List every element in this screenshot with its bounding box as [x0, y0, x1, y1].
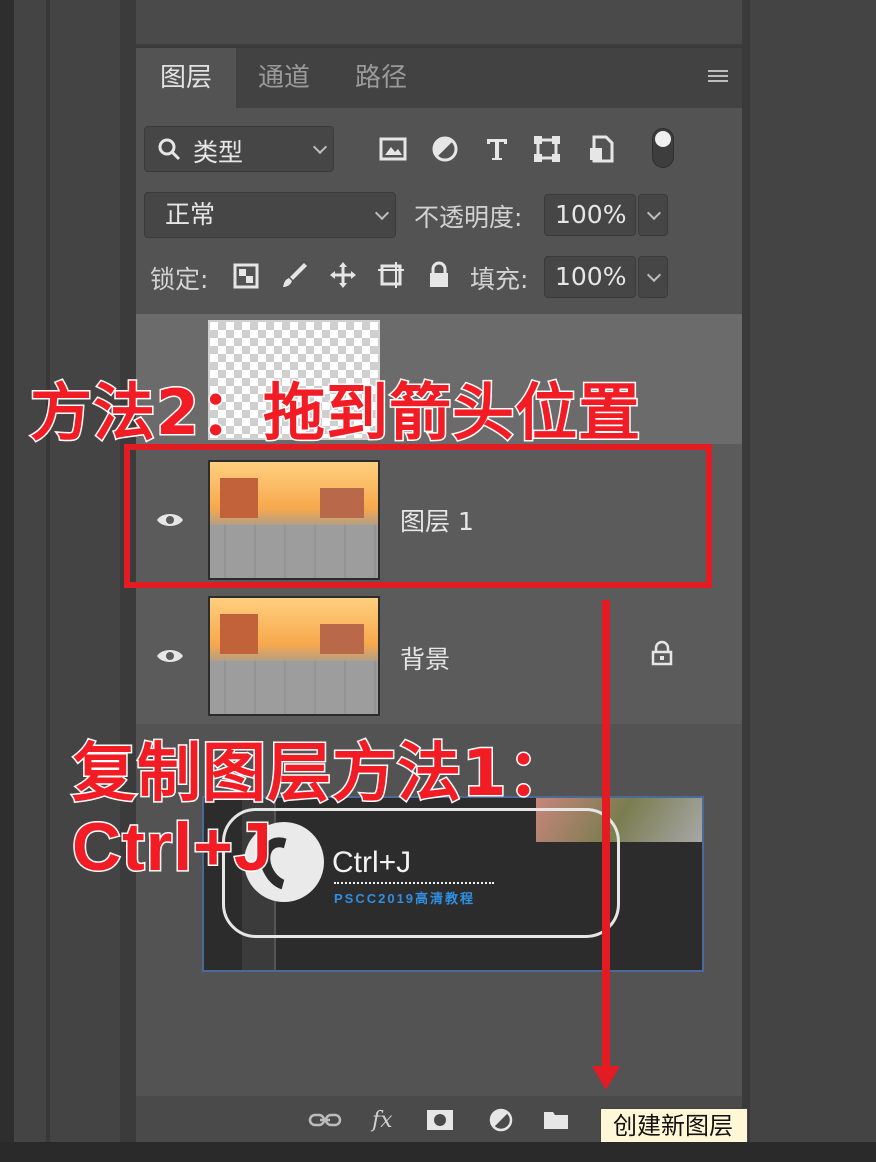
tab-channels[interactable]: 通道 — [236, 48, 332, 108]
blend-mode-select[interactable]: 正常 — [144, 192, 396, 238]
lock-position-icon[interactable] — [328, 260, 358, 290]
dock-divider — [46, 0, 50, 1162]
filter-kind-select[interactable]: 类型 — [144, 126, 334, 172]
thumbnail-rock — [220, 614, 258, 654]
type-layer-filter-icon[interactable] — [482, 134, 512, 164]
opacity-label: 不透明度: — [414, 203, 523, 232]
thumbnail-floor — [210, 660, 378, 714]
shape-layer-filter-icon[interactable] — [532, 134, 562, 164]
lock-row: 锁定: 填充: 100% — [136, 248, 742, 308]
adjustment-layer-icon[interactable] — [488, 1108, 516, 1132]
dock-divider — [742, 0, 750, 1162]
opacity-input[interactable]: 100% — [544, 194, 636, 236]
smart-object-filter-icon[interactable] — [586, 134, 616, 164]
annotation-method2: 方法2：拖到箭头位置 — [28, 375, 642, 451]
upper-panel — [136, 0, 742, 46]
right-dock — [742, 0, 876, 1162]
layer-lock-icon[interactable] — [650, 640, 674, 666]
badge-title: Ctrl+J — [332, 846, 412, 879]
layer-name: 背景 — [400, 645, 451, 674]
chevron-down-icon — [646, 267, 662, 283]
lock-all-icon[interactable] — [424, 260, 454, 290]
blend-mode-value: 正常 — [165, 200, 216, 229]
new-layer-tooltip: 创建新图层 — [600, 1108, 748, 1144]
dock-edge — [0, 0, 14, 1162]
lock-artboard-icon[interactable] — [376, 260, 406, 290]
fill-input[interactable]: 100% — [544, 256, 636, 298]
annotation-shortcut: Ctrl+J — [71, 808, 274, 887]
drag-arrow-shaft — [602, 600, 610, 1070]
lock-image-pixels-icon[interactable] — [280, 260, 310, 290]
tab-paths[interactable]: 路径 — [332, 48, 430, 108]
highlight-frame — [124, 444, 712, 588]
toggle-knob — [655, 131, 671, 147]
fx-icon[interactable]: fx — [372, 1108, 393, 1133]
lock-label: 锁定: — [150, 265, 209, 294]
layer-row-background[interactable]: 背景 — [136, 588, 742, 724]
scene-thumbnail — [210, 598, 378, 714]
panel-menu-icon[interactable] — [708, 70, 728, 86]
tab-layers[interactable]: 图层 — [136, 48, 236, 108]
add-mask-icon[interactable] — [426, 1108, 454, 1132]
thumbnail-rock — [320, 624, 364, 654]
drag-arrow-head — [592, 1066, 620, 1090]
layer-thumbnail — [208, 596, 380, 716]
left-dock — [0, 0, 136, 1162]
filter-kind-label: 类型 — [193, 138, 244, 167]
blend-row: 正常 不透明度: 100% — [136, 184, 742, 244]
status-bar — [0, 1142, 876, 1162]
chevron-down-icon — [646, 205, 662, 221]
filter-toggle[interactable] — [652, 128, 674, 168]
folder-icon[interactable] — [542, 1108, 570, 1132]
eye-icon[interactable] — [156, 647, 184, 665]
fill-dropdown[interactable] — [638, 256, 668, 298]
adjustment-layer-filter-icon[interactable] — [430, 134, 460, 164]
panel-tabs: 图层 通道 路径 — [136, 48, 742, 108]
fill-label: 填充: — [470, 265, 529, 294]
annotation-method1: 复制图层方法1： — [71, 736, 574, 813]
link-layers-icon[interactable] — [308, 1108, 342, 1132]
filter-row: 类型 — [136, 108, 742, 174]
badge-divider — [334, 882, 494, 884]
chevron-down-icon — [312, 139, 328, 155]
opacity-dropdown[interactable] — [638, 194, 668, 236]
badge-subtitle: PSCC2019高清教程 — [334, 891, 476, 906]
pixel-layer-filter-icon[interactable] — [378, 134, 408, 164]
lock-transparent-pixels-icon[interactable] — [232, 262, 260, 290]
chevron-down-icon — [374, 205, 390, 221]
search-icon — [158, 138, 181, 161]
